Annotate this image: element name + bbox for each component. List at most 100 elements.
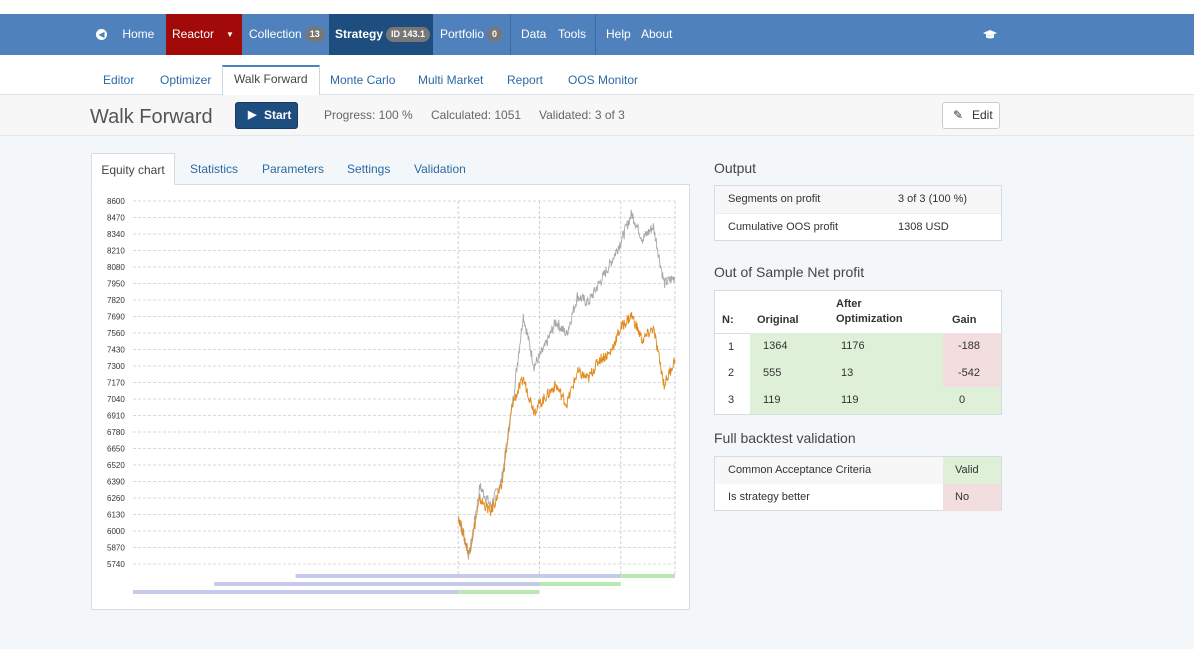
subtab-editor[interactable]: Editor — [103, 68, 134, 98]
subtab-multi-market[interactable]: Multi Market — [418, 68, 483, 98]
out-of-sample-bar — [458, 590, 540, 594]
row-gain: -188 — [943, 333, 1001, 360]
pencil-icon: ✎ — [953, 108, 964, 122]
output-label: Cumulative OOS profit — [728, 221, 839, 233]
y-tick-label: 6910 — [107, 412, 125, 421]
caret-down-icon: ▼ — [226, 30, 234, 39]
tab-statistics[interactable]: Statistics — [190, 153, 238, 185]
output-title: Output — [714, 160, 757, 176]
validation-status: Valid — [943, 457, 1001, 484]
nav-collection[interactable]: Collection 13 — [249, 14, 325, 55]
back-circle-icon: ◀ — [96, 29, 107, 40]
y-tick-label: 5870 — [107, 544, 125, 553]
chart-panel: 8600 8470 8340 8210 8080 7950 7820 7690 7560 7430… — [91, 184, 690, 610]
row-n: 3 — [728, 394, 735, 406]
row-n: 2 — [728, 367, 735, 379]
table-row: 2 555 13 -542 — [715, 360, 1001, 387]
strategy-id-badge: ID 143.1 — [386, 27, 431, 42]
nav-strategy-label: Strategy — [335, 27, 384, 41]
row-after: 119 — [841, 394, 859, 406]
header-after: After — [836, 298, 862, 310]
nav-about-label: About — [641, 27, 673, 41]
output-value: 3 of 3 (100 %) — [898, 193, 968, 205]
subtab-oos-monitor[interactable]: OOS Monitor — [568, 68, 638, 98]
y-tick-label: 8600 — [107, 197, 125, 206]
nav-tools[interactable]: Tools — [558, 14, 586, 55]
edit-label: Edit — [972, 108, 993, 122]
y-tick-label: 6650 — [107, 445, 125, 454]
output-row: Segments on profit 3 of 3 (100 %) — [715, 186, 1001, 213]
subtab-optimizer[interactable]: Optimizer — [160, 68, 211, 98]
oos-table: N: Original After Optimization Gain 1 13… — [714, 290, 1002, 415]
y-tick-label: 6520 — [107, 461, 125, 470]
nav-strategy[interactable]: Strategy ID 143.1 — [329, 14, 433, 55]
y-tick-label: 7820 — [107, 296, 125, 305]
oos-header-row: N: Original After Optimization Gain — [715, 291, 1001, 334]
nav-reactor[interactable]: Reactor ▼ — [166, 14, 242, 55]
sub-navbar: Editor Optimizer Walk Forward Monte Carl… — [0, 55, 1194, 98]
row-gain: 0 — [943, 387, 1001, 414]
in-sample-bar — [133, 590, 459, 594]
y-tick-label: 8080 — [107, 263, 125, 272]
portfolio-count-badge: 0 — [487, 27, 503, 42]
nav-portfolio-label: Portfolio — [440, 27, 485, 41]
tab-equity-chart[interactable]: Equity chart — [91, 153, 175, 185]
header-optimization: Optimization — [836, 313, 903, 325]
graduation-cap-icon[interactable] — [983, 14, 997, 55]
subtab-report[interactable]: Report — [507, 68, 543, 98]
main-navbar: ◀ Home Reactor ▼ Collection 13 Strategy ID… — [0, 14, 1194, 55]
nav-data[interactable]: Data — [521, 14, 546, 55]
y-tick-label: 6780 — [107, 428, 125, 437]
header-gain: Gain — [952, 314, 977, 326]
tab-settings[interactable]: Settings — [347, 153, 390, 185]
subtab-walk-forward[interactable]: Walk Forward — [222, 65, 320, 96]
y-tick-label: 8210 — [107, 247, 125, 256]
y-tick-label: 8470 — [107, 214, 125, 223]
row-after: 1176 — [841, 340, 865, 352]
validation-row: Common Acceptance Criteria Valid — [715, 457, 1001, 484]
y-tick-label: 6130 — [107, 511, 125, 520]
y-tick-label: 7560 — [107, 329, 125, 338]
row-after: 13 — [841, 367, 854, 379]
equity-line — [457, 311, 676, 554]
y-tick-label: 7170 — [107, 379, 125, 388]
nav-about[interactable]: About — [641, 14, 672, 55]
nav-separator — [510, 14, 511, 55]
out-of-sample-bar — [539, 582, 621, 586]
nav-home[interactable]: ◀ Home — [96, 14, 154, 55]
y-tick-label: 7950 — [107, 280, 125, 289]
header-original: Original — [757, 314, 799, 326]
tab-parameters[interactable]: Parameters — [262, 153, 324, 185]
y-tick-label: 8340 — [107, 230, 125, 239]
play-icon: ▶ — [248, 109, 257, 121]
in-sample-bar — [214, 582, 540, 586]
out-of-sample-bar — [620, 574, 675, 578]
table-row: 1 1364 1176 -188 — [715, 333, 1001, 360]
output-row: Cumulative OOS profit 1308 USD — [715, 213, 1001, 240]
edit-button[interactable]: ✎ Edit — [942, 102, 1000, 129]
nav-portfolio[interactable]: Portfolio 0 — [440, 14, 503, 55]
validation-status: No — [943, 484, 1001, 511]
y-tick-label: 5740 — [107, 560, 125, 569]
y-tick-label: 7040 — [107, 395, 125, 404]
nav-separator — [595, 14, 596, 55]
in-sample-bar — [295, 574, 621, 578]
nav-help[interactable]: Help — [606, 14, 631, 55]
subtab-monte-carlo[interactable]: Monte Carlo — [330, 68, 395, 98]
calculated-text: Calculated: 1051 — [431, 108, 522, 122]
y-tick-label: 6390 — [107, 478, 125, 487]
table-row: 3 119 119 0 — [715, 387, 1001, 414]
validation-row: Is strategy better No — [715, 484, 1001, 511]
tab-validation[interactable]: Validation — [414, 153, 466, 185]
y-tick-label: 6000 — [107, 527, 125, 536]
equity-chart: 8600 8470 8340 8210 8080 7950 7820 7690 7560 7430… — [107, 197, 676, 594]
nav-tools-label: Tools — [558, 27, 587, 41]
start-button[interactable]: ▶ Start — [235, 102, 298, 129]
output-table: Segments on profit 3 of 3 (100 %) Cumula… — [714, 185, 1002, 241]
y-tick-label: 7690 — [107, 313, 125, 322]
oos-title: Out of Sample Net profit — [714, 264, 865, 280]
progress-text: Progress: 100 % — [324, 108, 413, 122]
start-label: Start — [264, 108, 292, 122]
nav-help-label: Help — [606, 27, 631, 41]
row-n: 1 — [715, 333, 750, 360]
